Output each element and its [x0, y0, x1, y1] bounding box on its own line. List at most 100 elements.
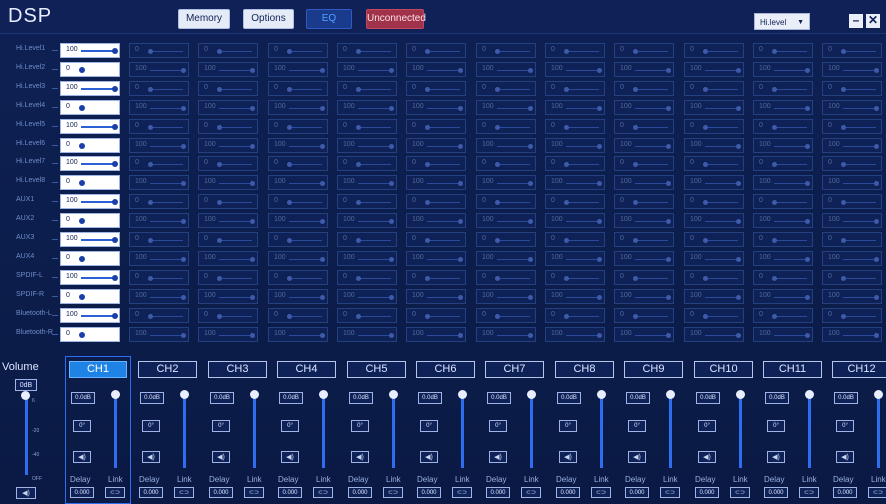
matrix-cell[interactable]: 0: [822, 80, 882, 96]
matrix-cell[interactable]: 0: [545, 307, 605, 323]
matrix-cell-knob[interactable]: [79, 218, 85, 225]
channel-fader-track[interactable]: [530, 396, 533, 468]
channel-phase-button[interactable]: 0°: [351, 420, 369, 432]
matrix-cell[interactable]: 100: [614, 175, 674, 191]
matrix-cell[interactable]: 100: [129, 99, 189, 115]
matrix-cell[interactable]: 0: [684, 156, 744, 172]
matrix-cell-knob[interactable]: [666, 219, 671, 225]
matrix-cell[interactable]: 100: [129, 213, 189, 229]
matrix-cell-knob[interactable]: [772, 49, 777, 54]
channel-link-button[interactable]: ⊂⊃: [313, 487, 333, 498]
matrix-cell-knob[interactable]: [874, 256, 879, 262]
matrix-cell-knob[interactable]: [287, 200, 292, 206]
matrix-cell-knob[interactable]: [805, 294, 810, 300]
matrix-cell-knob[interactable]: [148, 200, 153, 206]
matrix-cell-knob[interactable]: [564, 162, 569, 168]
matrix-cell-knob[interactable]: [217, 162, 222, 168]
channel-delay-input[interactable]: 0.000: [486, 487, 510, 498]
channel-phase-button[interactable]: 0°: [559, 420, 577, 432]
matrix-cell[interactable]: 0: [129, 156, 189, 172]
matrix-cell-knob[interactable]: [287, 124, 292, 130]
channel-fader-knob[interactable]: [319, 390, 328, 399]
matrix-cell[interactable]: 100: [268, 175, 328, 191]
matrix-cell[interactable]: 0: [198, 156, 258, 172]
matrix-cell-knob[interactable]: [597, 256, 602, 262]
channel-phase-button[interactable]: 0°: [489, 420, 507, 432]
channel-mute-button[interactable]: ◀): [281, 451, 299, 463]
channel-button[interactable]: CH10: [694, 361, 753, 378]
channel-fader-knob[interactable]: [666, 390, 675, 399]
matrix-cell[interactable]: 100: [406, 61, 466, 77]
matrix-cell-knob[interactable]: [633, 86, 638, 92]
matrix-cell-knob[interactable]: [112, 85, 118, 92]
matrix-cell[interactable]: 100: [60, 194, 120, 210]
matrix-cell-knob[interactable]: [181, 143, 186, 149]
matrix-cell[interactable]: 100: [822, 288, 882, 304]
matrix-cell-knob[interactable]: [772, 275, 777, 281]
channel-button[interactable]: CH11: [763, 361, 822, 378]
channel-gain-display[interactable]: 0.0dB: [765, 392, 789, 404]
matrix-cell[interactable]: 100: [268, 288, 328, 304]
matrix-cell[interactable]: 100: [545, 99, 605, 115]
matrix-cell[interactable]: 100: [476, 213, 536, 229]
matrix-cell-knob[interactable]: [79, 293, 85, 300]
matrix-cell-knob[interactable]: [148, 124, 153, 130]
matrix-cell[interactable]: 100: [60, 43, 120, 58]
matrix-cell[interactable]: 0: [684, 269, 744, 285]
matrix-cell[interactable]: 100: [268, 137, 328, 153]
channel-gain-display[interactable]: 0.0dB: [140, 392, 164, 404]
matrix-cell-knob[interactable]: [528, 219, 533, 225]
matrix-cell-knob[interactable]: [320, 67, 325, 73]
channel-delay-input[interactable]: 0.000: [348, 487, 372, 498]
matrix-cell[interactable]: 0: [60, 250, 120, 266]
matrix-cell-knob[interactable]: [112, 199, 118, 206]
matrix-cell[interactable]: 0: [60, 99, 120, 115]
matrix-cell[interactable]: 100: [545, 137, 605, 153]
matrix-cell[interactable]: 0: [476, 43, 536, 58]
matrix-cell[interactable]: 100: [753, 250, 813, 266]
matrix-cell-knob[interactable]: [564, 86, 569, 92]
matrix-cell[interactable]: 100: [406, 137, 466, 153]
matrix-cell-knob[interactable]: [356, 49, 361, 54]
matrix-cell[interactable]: 100: [337, 175, 397, 191]
matrix-cell-knob[interactable]: [217, 124, 222, 130]
matrix-cell-knob[interactable]: [805, 219, 810, 225]
matrix-cell[interactable]: 0: [406, 232, 466, 247]
matrix-cell[interactable]: 0: [822, 194, 882, 210]
channel-button[interactable]: CH1: [69, 361, 127, 378]
channel-link-button[interactable]: ⊂⊃: [730, 487, 750, 498]
matrix-cell-knob[interactable]: [528, 181, 533, 187]
matrix-cell-knob[interactable]: [389, 294, 394, 300]
matrix-cell[interactable]: 0: [684, 194, 744, 210]
matrix-cell[interactable]: 0: [337, 194, 397, 210]
channel-fader-knob[interactable]: [250, 390, 259, 399]
matrix-cell-knob[interactable]: [425, 238, 430, 243]
channel-delay-input[interactable]: 0.000: [556, 487, 580, 498]
matrix-cell[interactable]: 0: [684, 80, 744, 96]
volume-mute-button[interactable]: ◀): [16, 487, 36, 499]
channel-phase-button[interactable]: 0°: [628, 420, 646, 432]
matrix-cell[interactable]: 0: [337, 307, 397, 323]
minimize-button[interactable]: –: [849, 14, 863, 28]
matrix-cell-knob[interactable]: [389, 219, 394, 225]
matrix-cell[interactable]: 100: [822, 213, 882, 229]
channel-phase-button[interactable]: 0°: [281, 420, 299, 432]
channel-button[interactable]: CH7: [485, 361, 544, 378]
matrix-cell-knob[interactable]: [772, 124, 777, 130]
matrix-cell[interactable]: 100: [753, 288, 813, 304]
matrix-cell[interactable]: 0: [614, 194, 674, 210]
matrix-cell-knob[interactable]: [458, 105, 463, 111]
matrix-cell-knob[interactable]: [528, 67, 533, 73]
matrix-cell-knob[interactable]: [805, 143, 810, 149]
matrix-cell-knob[interactable]: [356, 238, 361, 243]
matrix-cell[interactable]: 0: [129, 269, 189, 285]
matrix-cell[interactable]: 0: [129, 43, 189, 58]
channel-link-button[interactable]: ⊂⊃: [799, 487, 819, 498]
channel-link-button[interactable]: ⊂⊃: [452, 487, 472, 498]
matrix-cell-knob[interactable]: [666, 332, 671, 338]
matrix-cell-knob[interactable]: [597, 332, 602, 338]
matrix-cell[interactable]: 100: [684, 213, 744, 229]
channel-gain-display[interactable]: 0.0dB: [696, 392, 720, 404]
matrix-cell-knob[interactable]: [564, 49, 569, 54]
matrix-cell-knob[interactable]: [458, 256, 463, 262]
